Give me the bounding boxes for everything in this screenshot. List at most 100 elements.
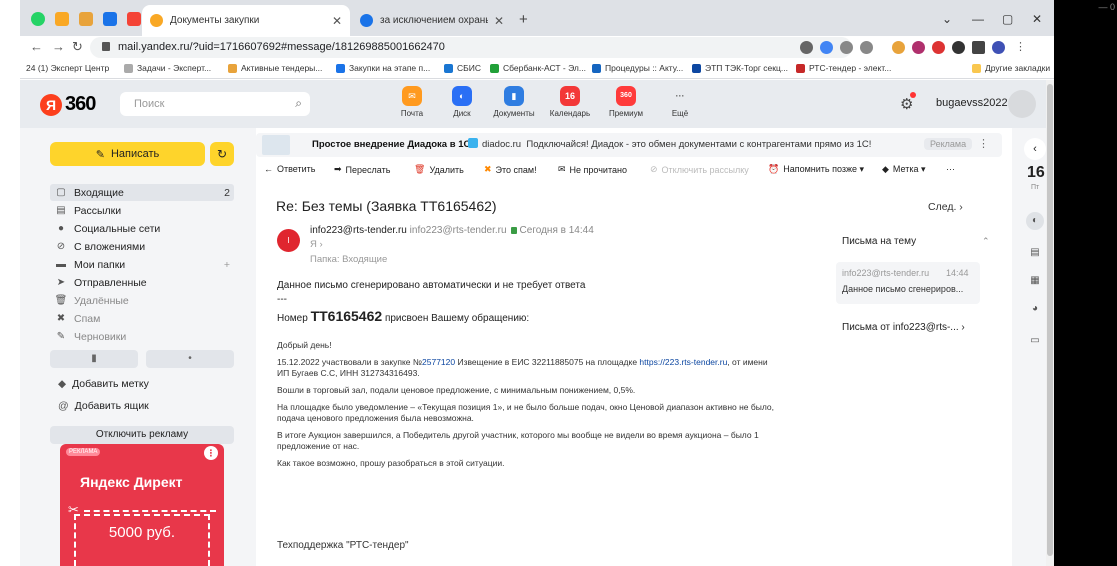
purchase-link[interactable]: 2577120 (422, 357, 455, 367)
google-icon[interactable] (820, 41, 833, 54)
pinned-tab-2[interactable] (76, 10, 96, 28)
sender-name[interactable]: info223@rts-tender.ru (310, 225, 407, 236)
clock-icon: ⏰ (768, 164, 780, 174)
reload-icon[interactable]: ↻ (72, 39, 83, 55)
platform-link[interactable]: https://223.rts-tender.ru (639, 357, 727, 367)
forward-icon[interactable]: → (52, 39, 65, 54)
tab-documents[interactable]: Документы закупки ✕ (142, 5, 350, 36)
other-bookmarks[interactable]: Другие закладки (972, 63, 1050, 73)
service-calendar[interactable]: 16 Календарь (538, 86, 602, 118)
puzzle-icon[interactable] (952, 41, 965, 54)
reply-button[interactable]: ← Ответить (264, 164, 315, 174)
share-icon[interactable] (840, 41, 853, 54)
spam-button[interactable]: ✖ Это спам! (484, 164, 537, 175)
scrollbar-thumb[interactable] (1047, 84, 1053, 556)
bookmark[interactable]: СБИС (444, 63, 481, 73)
new-tab-button[interactable]: + (519, 11, 528, 28)
bookmark[interactable]: Процедуры :: Акту... (592, 63, 683, 73)
disable-ads-button[interactable]: Отключить рекламу (50, 426, 234, 444)
menu-icon[interactable]: ⋮ (1014, 41, 1027, 54)
location-icon[interactable] (800, 41, 813, 54)
add-mailbox-link[interactable]: @ Добавить ящик (58, 400, 149, 412)
avatar[interactable] (1008, 90, 1036, 118)
delete-button[interactable]: 🗑 Удалить (414, 164, 464, 175)
pinned-tab-3[interactable] (100, 10, 120, 28)
address-bar[interactable]: mail.yandex.ru/?uid=1716607692#message/1… (90, 37, 852, 58)
bookmark[interactable]: ЭТП ТЭК-Торг секц... (692, 63, 788, 73)
search-input[interactable]: Поиск ⌕ (120, 92, 310, 116)
apps-icon[interactable]: ▦ (1026, 272, 1044, 290)
thread-header[interactable]: Письма на тему (842, 236, 916, 247)
ad-strip[interactable]: Простое внедрение Диадока в 1С diadoc.ru… (256, 133, 1002, 157)
chart-icon[interactable]: ◕ (1026, 300, 1044, 318)
next-message-button[interactable]: След. › (928, 201, 963, 213)
chevron-up-icon[interactable]: ⌃ (982, 236, 990, 247)
service-more[interactable]: ··· Ещё (648, 86, 712, 118)
maximize-button[interactable]: ▢ (1002, 12, 1013, 26)
more-actions-button[interactable]: ··· (946, 164, 955, 174)
bookmark[interactable]: Задачи - Эксперт... (124, 63, 211, 73)
folder-newsletters[interactable]: ▤ Рассылки (54, 202, 234, 219)
contacts-icon[interactable]: ◐ (1026, 212, 1044, 230)
profile-icon[interactable] (992, 41, 1005, 54)
folder-social[interactable]: ● Социальные сети (54, 220, 234, 237)
refresh-button[interactable]: ↻ (210, 142, 234, 166)
extension-icon[interactable] (912, 41, 925, 54)
folder-spam[interactable]: ✖ Спам (54, 310, 234, 327)
username[interactable]: bugaevss2022 (936, 97, 1008, 109)
bookmark[interactable]: Закупки на этапе п... (336, 63, 430, 73)
mark-unread-button[interactable]: ✉ Не прочитано (558, 164, 627, 175)
bookmark[interactable]: РТС-тендер - элект... (796, 63, 891, 73)
more-icon[interactable]: ⋮ (204, 446, 218, 460)
remind-later-button[interactable]: ⏰ Напомнить позже ▾ (768, 164, 864, 175)
collapse-button[interactable]: ‹ (1024, 138, 1046, 160)
yandex-360-logo[interactable]: Я 360 (40, 93, 96, 116)
pinned-tab-whatsapp[interactable] (28, 10, 48, 28)
compose-button[interactable]: ✎ Написать (50, 142, 205, 166)
calendar-day[interactable]: 16 (1027, 164, 1045, 182)
bookmark-label: Процедуры :: Акту... (605, 63, 684, 73)
unsubscribe-button[interactable]: ⊘ Отключить рассылку (650, 164, 749, 175)
extension-icon[interactable] (892, 41, 905, 54)
close-icon[interactable]: ✕ (494, 14, 504, 28)
search-icon[interactable]: ⌕ (295, 96, 302, 111)
bookmark-icon (796, 63, 805, 73)
folder-drafts[interactable]: ✎ Черновики (54, 328, 234, 345)
letters-from-sender[interactable]: Письма от info223@rts-... › (842, 322, 965, 333)
sidepanel-icon[interactable] (972, 41, 985, 54)
service-documents[interactable]: ▮ Документы (482, 86, 546, 118)
settings-gear-icon[interactable]: ⚙ (900, 92, 916, 113)
ad-banner[interactable]: РЕКЛАМА ⋮ Яндекс Директ ✂ (60, 444, 224, 514)
star-icon[interactable] (860, 41, 873, 54)
bookmark-filter-button[interactable]: ▮ (50, 350, 138, 368)
ad-coupon[interactable]: 5000 руб. (60, 514, 224, 566)
tab-search-dropdown-icon[interactable]: ⌄ (942, 12, 952, 26)
forward-button[interactable]: ➡ Переслать (334, 164, 390, 175)
folder-deleted[interactable]: 🗑 Удалённые (54, 292, 234, 309)
folder-inbox[interactable]: ▢ Входящие 2 (50, 184, 234, 201)
bookmark[interactable]: Сбербанк-АСТ - Эл... (490, 63, 586, 73)
label-button[interactable]: ◆ Метка ▾ (882, 164, 926, 175)
document-icon[interactable]: ▭ (1026, 332, 1044, 350)
minimize-button[interactable]: — (972, 12, 984, 26)
close-window-button[interactable]: ✕ (1032, 12, 1042, 26)
add-folder-button[interactable]: + (224, 259, 230, 271)
more-icon[interactable]: ⋮ (978, 137, 989, 150)
bookmark[interactable]: 24 (1) Эксперт Центр (26, 63, 109, 73)
unread-filter-button[interactable]: • (146, 350, 234, 368)
pinned-tab-1[interactable] (52, 10, 72, 28)
pinned-tab-mail[interactable] (124, 10, 144, 28)
bookmark[interactable]: Активные тендеры... (228, 63, 322, 73)
page-scrollbar[interactable] (1046, 80, 1054, 566)
notes-icon[interactable]: ▤ (1026, 244, 1044, 262)
recipient[interactable]: Я › (310, 239, 323, 250)
back-icon[interactable]: ← (30, 39, 43, 54)
extension-icon[interactable] (932, 41, 945, 54)
folder-my-folders[interactable]: ▬ Мои папки + (54, 256, 234, 273)
thread-item[interactable]: info223@rts-tender.ru 14:44 Данное письм… (836, 262, 980, 304)
tab-search[interactable]: за исключением охраны ,постав ✕ (352, 5, 512, 36)
close-icon[interactable]: ✕ (332, 14, 342, 28)
add-label-link[interactable]: ◆ Добавить метку (58, 378, 149, 390)
folder-sent[interactable]: ➤ Отправленные (54, 274, 234, 291)
folder-attachments[interactable]: ⊘ С вложениями (54, 238, 234, 255)
